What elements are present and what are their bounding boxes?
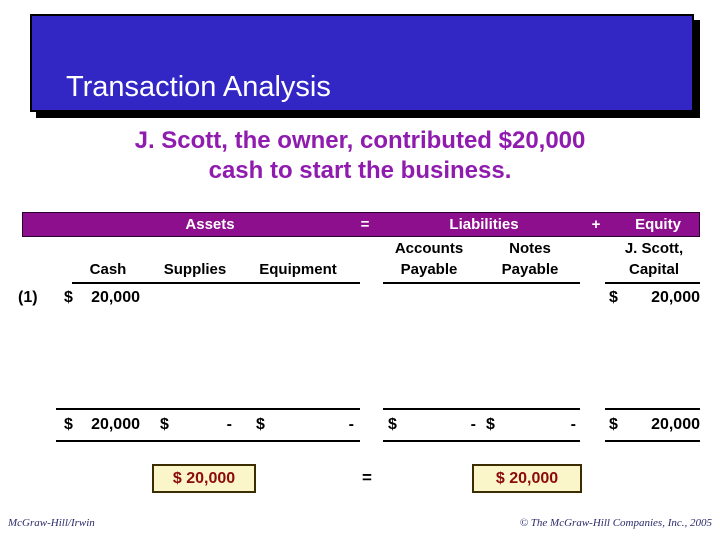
total-equipment-sign: $ (256, 416, 265, 433)
total-notes-payable-value: - (570, 416, 576, 433)
group-header-equals-sign: = (360, 216, 370, 233)
row1-capital-value: 20,000 (651, 289, 700, 306)
group-header-equity: Equity (635, 216, 681, 233)
rule-assets-header (72, 282, 360, 284)
row1-cash-sign: $ (64, 289, 73, 306)
column-header-equipment: Equipment (259, 261, 337, 278)
column-header-capital-top: J. Scott, (624, 240, 684, 257)
summary-box-liabilities-equity-total: $ 20,000 (472, 464, 582, 493)
rule-liabilities-header (383, 282, 580, 284)
rule-totals-liabilities-bottom (383, 440, 580, 442)
total-equipment-value: - (348, 416, 354, 433)
column-header-accounts-payable: Payable (400, 261, 458, 278)
total-cash-value: 20,000 (91, 416, 140, 433)
group-header-plus-sign: + (591, 216, 601, 233)
column-header-notes-payable: Payable (501, 261, 559, 278)
rule-totals-liabilities-top (383, 408, 580, 410)
footer-publisher: McGraw-Hill/Irwin (8, 517, 95, 529)
row1-cash-value: 20,000 (91, 289, 140, 306)
rule-equity-header (605, 282, 700, 284)
rule-totals-assets-bottom (56, 440, 360, 442)
footer-copyright: © The McGraw-Hill Companies, Inc., 2005 (519, 517, 712, 529)
total-accounts-payable-value: - (470, 416, 476, 433)
rule-totals-equity-top (605, 408, 700, 410)
column-header-cash: Cash (89, 261, 127, 278)
total-notes-payable-sign: $ (486, 416, 495, 433)
total-capital-sign: $ (609, 416, 618, 433)
total-accounts-payable-sign: $ (388, 416, 397, 433)
row-label: (1) (18, 289, 38, 306)
summary-box-assets-total: $ 20,000 (152, 464, 256, 493)
column-header-notes-payable-top: Notes (509, 240, 551, 257)
total-capital-value: 20,000 (651, 416, 700, 433)
group-header-assets: Assets (185, 216, 235, 233)
column-header-accounts-payable-top: Accounts (394, 240, 464, 257)
total-cash-sign: $ (64, 416, 73, 433)
row1-capital-sign: $ (609, 289, 618, 306)
column-header-supplies: Supplies (163, 261, 227, 278)
column-header-capital: Capital (628, 261, 679, 278)
total-supplies-value: - (226, 416, 232, 433)
rule-totals-assets-top (56, 408, 360, 410)
total-supplies-sign: $ (160, 416, 169, 433)
group-header-liabilities: Liabilities (449, 216, 519, 233)
accounting-equation-worksheet: Assets = Liabilities + Equity Accounts N… (0, 0, 720, 540)
rule-totals-equity-bottom (605, 440, 700, 442)
summary-equals-sign: = (362, 468, 372, 487)
